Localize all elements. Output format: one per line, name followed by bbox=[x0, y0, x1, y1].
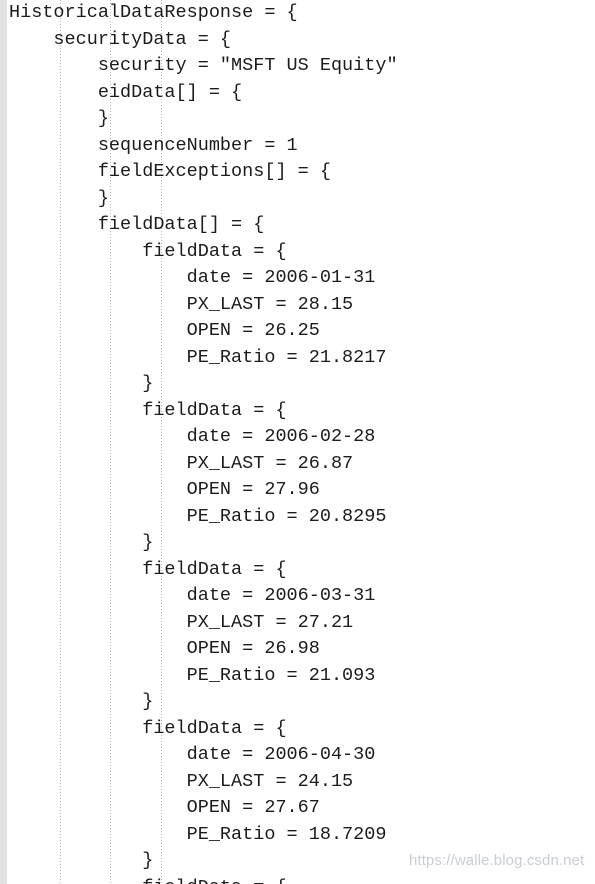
code-line: date = 2006-03-31 bbox=[9, 585, 376, 606]
code-line: sequenceNumber = 1 bbox=[9, 134, 298, 156]
code-line: PE_Ratio = 21.093 bbox=[9, 664, 376, 686]
code-line: date = 2006-04-30 bbox=[9, 744, 376, 765]
site-watermark: https://walle.blog.csdn.net bbox=[409, 852, 585, 869]
code-line: PX_LAST = 24.15 bbox=[9, 770, 354, 792]
code-line: HistoricalDataResponse = { bbox=[9, 2, 298, 23]
code-line: PE_Ratio = 21.8217 bbox=[9, 346, 387, 368]
code-line: } bbox=[9, 691, 154, 712]
code-line: OPEN = 27.67 bbox=[9, 797, 320, 818]
code-line: fieldData = { bbox=[9, 240, 287, 262]
code-line: fieldData = { bbox=[9, 717, 287, 739]
code-line: PX_LAST = 27.21 bbox=[9, 611, 354, 633]
code-line: } bbox=[9, 187, 109, 209]
code-line: eidData[] = { bbox=[9, 81, 243, 103]
code-line: date = 2006-02-28 bbox=[9, 426, 376, 447]
code-viewer: HistoricalDataResponse = { securityData … bbox=[0, 0, 595, 884]
code-line: date = 2006-01-31 bbox=[9, 267, 376, 288]
code-line: OPEN = 26.25 bbox=[9, 320, 320, 341]
code-line: OPEN = 26.98 bbox=[9, 638, 320, 659]
code-line: } bbox=[9, 373, 154, 394]
code-line: fieldData = { bbox=[0, 875, 398, 884]
code-line: security = "MSFT US Equity" bbox=[9, 55, 398, 76]
code-line: PX_LAST = 28.15 bbox=[9, 293, 354, 315]
code-line: OPEN = 27.96 bbox=[9, 479, 320, 500]
code-line: fieldData[] = { bbox=[9, 214, 265, 235]
code-line: } bbox=[9, 108, 109, 129]
code-line: } bbox=[9, 850, 154, 871]
code-line: fieldData = { bbox=[9, 399, 287, 421]
code-line: fieldData = { bbox=[9, 558, 287, 580]
code-line: PX_LAST = 26.87 bbox=[9, 452, 354, 474]
code-line: PE_Ratio = 20.8295 bbox=[9, 505, 387, 527]
code-line: fieldExceptions[] = { bbox=[9, 161, 331, 182]
code-block[interactable]: HistoricalDataResponse = { securityData … bbox=[0, 0, 398, 884]
code-line: securityData = { bbox=[9, 28, 232, 50]
code-line: PE_Ratio = 18.7209 bbox=[9, 823, 387, 845]
code-line: } bbox=[9, 532, 154, 553]
